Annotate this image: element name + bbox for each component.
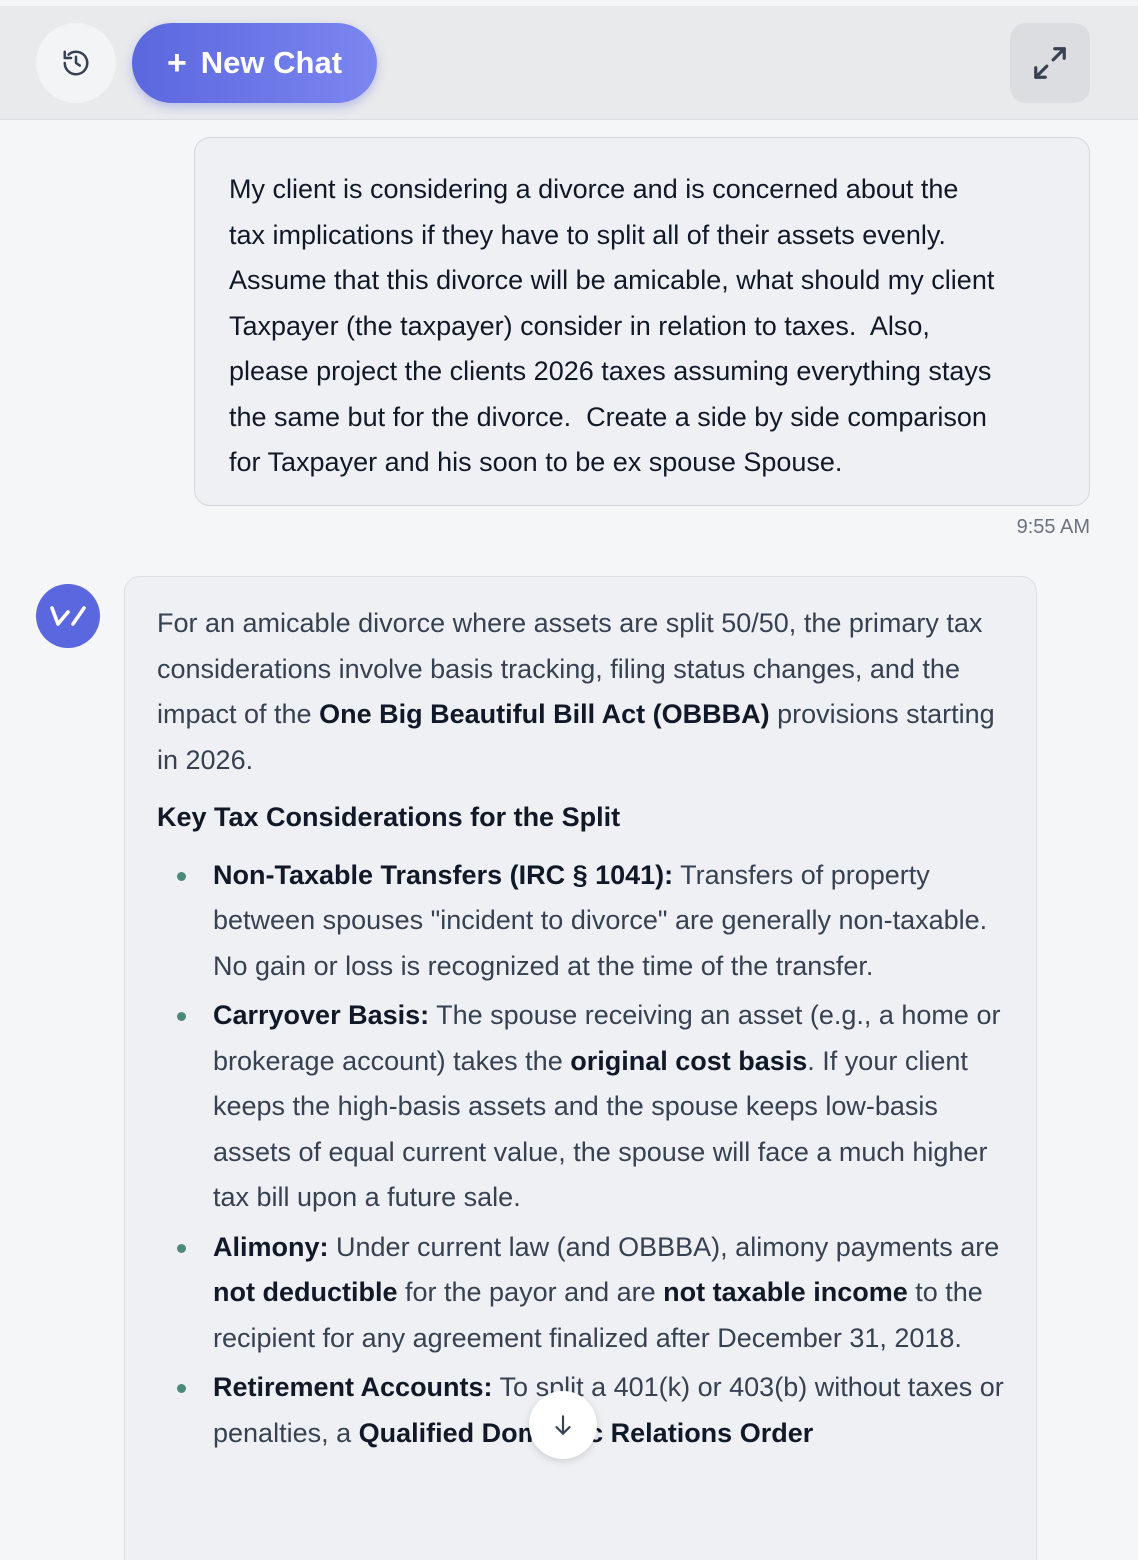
message-timestamp: 9:55 AM [1016,516,1090,538]
item-title: Alimony: [213,1231,329,1262]
top-toolbar: + New Chat [0,6,1138,120]
considerations-list: Non-Taxable Transfers (IRC § 1041): Tran… [157,853,1006,1457]
plus-icon: + [166,44,187,82]
item-bold: original cost basis [570,1045,808,1076]
item-bold: not taxable income [663,1277,908,1307]
history-icon [63,50,89,76]
assistant-logo-icon [50,606,86,626]
arrow-down-icon [555,1415,571,1435]
list-item: Non-Taxable Transfers (IRC § 1041): Tran… [157,853,1006,990]
user-message-text: My client is considering a divorce and i… [229,174,995,477]
item-bold: not deductible [213,1277,398,1307]
expand-icon [1034,47,1066,79]
new-chat-label: New Chat [200,45,343,80]
new-chat-button[interactable]: + New Chat [132,23,377,103]
scroll-to-bottom-button[interactable] [529,1391,597,1459]
expand-button[interactable] [1010,23,1090,103]
item-text: for the payor and are [397,1277,664,1307]
item-title: Non-Taxable Transfers (IRC § 1041): [213,859,674,890]
user-message-bubble: My client is considering a divorce and i… [194,137,1090,506]
assistant-avatar [36,584,100,648]
history-button[interactable] [36,23,116,103]
item-title: Retirement Accounts: [213,1372,493,1402]
list-item: Carryover Basis: The spouse receiving an… [157,993,1006,1221]
intro-bold: One Big Beautiful Bill Act (OBBBA) [319,699,770,729]
assistant-intro: For an amicable divorce where assets are… [157,601,1006,783]
section-heading: Key Tax Considerations for the Split [157,802,621,832]
list-item: Alimony: Under current law (and OBBBA), … [157,1225,1006,1362]
item-text: Under current law (and OBBBA), alimony p… [328,1231,1000,1262]
item-title: Carryover Basis: [213,1000,430,1030]
